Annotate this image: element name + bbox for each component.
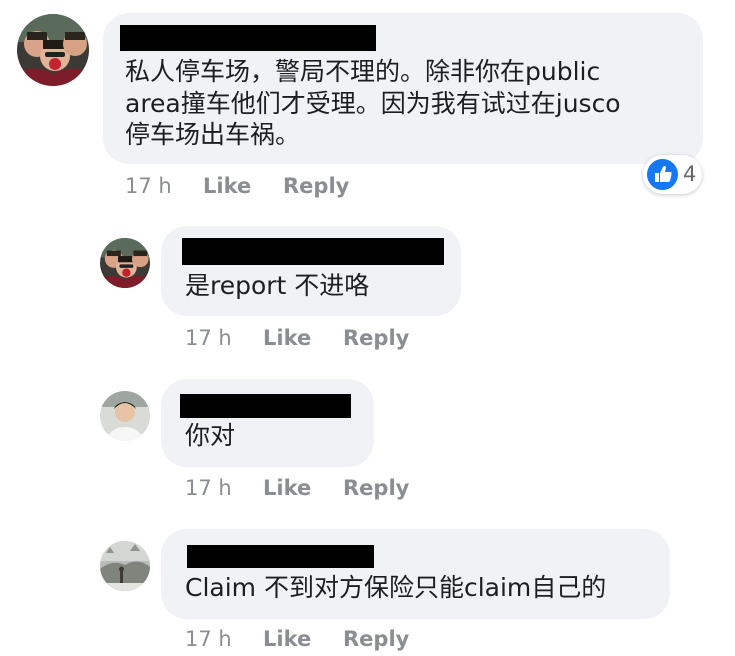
reaction-summary[interactable]: 4	[643, 155, 702, 194]
comment-text-line: 是report 不进咯	[185, 271, 370, 300]
comment-text-line: Claim 不到对方保险只能claim自己的	[185, 573, 607, 602]
comment-text-line: 私人停车场，警局不理的。除非你在public	[125, 57, 601, 86]
avatar[interactable]	[17, 14, 89, 86]
comment-bubble: Claim 不到对方保险只能claim自己的	[161, 529, 670, 619]
like-button[interactable]: Like	[263, 325, 311, 351]
comment-bubble: 是report 不进咯	[161, 226, 461, 316]
reaction-count: 4	[683, 162, 697, 186]
redacted-author-name	[180, 394, 351, 418]
avatar[interactable]	[100, 541, 150, 591]
profile-photo	[100, 391, 150, 441]
like-button[interactable]: Like	[263, 626, 311, 652]
comment-timestamp[interactable]: 17 h	[125, 173, 172, 199]
reply-button[interactable]: Reply	[283, 173, 349, 199]
avatar[interactable]	[100, 238, 150, 288]
comment-timestamp[interactable]: 17 h	[185, 475, 232, 501]
comment-text-line: 你对	[185, 421, 236, 450]
comment-bubble: 你对	[161, 379, 374, 467]
thumbs-up-icon	[647, 159, 678, 190]
avatar[interactable]	[100, 391, 150, 441]
comment-timestamp[interactable]: 17 h	[185, 325, 232, 351]
like-button[interactable]: Like	[263, 475, 311, 501]
redacted-author-name	[182, 238, 444, 265]
group-selfie-photo	[100, 238, 150, 288]
reply-button[interactable]: Reply	[343, 475, 409, 501]
redacted-author-name	[120, 25, 376, 51]
landscape-photo	[100, 541, 150, 591]
comment-bubble: 私人停车场，警局不理的。除非你在public area撞车他们才受理。因为我有试…	[103, 13, 703, 164]
comment-timestamp[interactable]: 17 h	[185, 626, 232, 652]
redacted-author-name	[187, 545, 374, 568]
comment-text-line: 停车场出车祸。	[125, 120, 301, 149]
like-button[interactable]: Like	[203, 173, 251, 199]
group-selfie-photo	[17, 14, 89, 86]
reply-button[interactable]: Reply	[343, 626, 409, 652]
comment-text-line: area撞车他们才受理。因为我有试过在jusco	[125, 89, 621, 118]
reply-button[interactable]: Reply	[343, 325, 409, 351]
